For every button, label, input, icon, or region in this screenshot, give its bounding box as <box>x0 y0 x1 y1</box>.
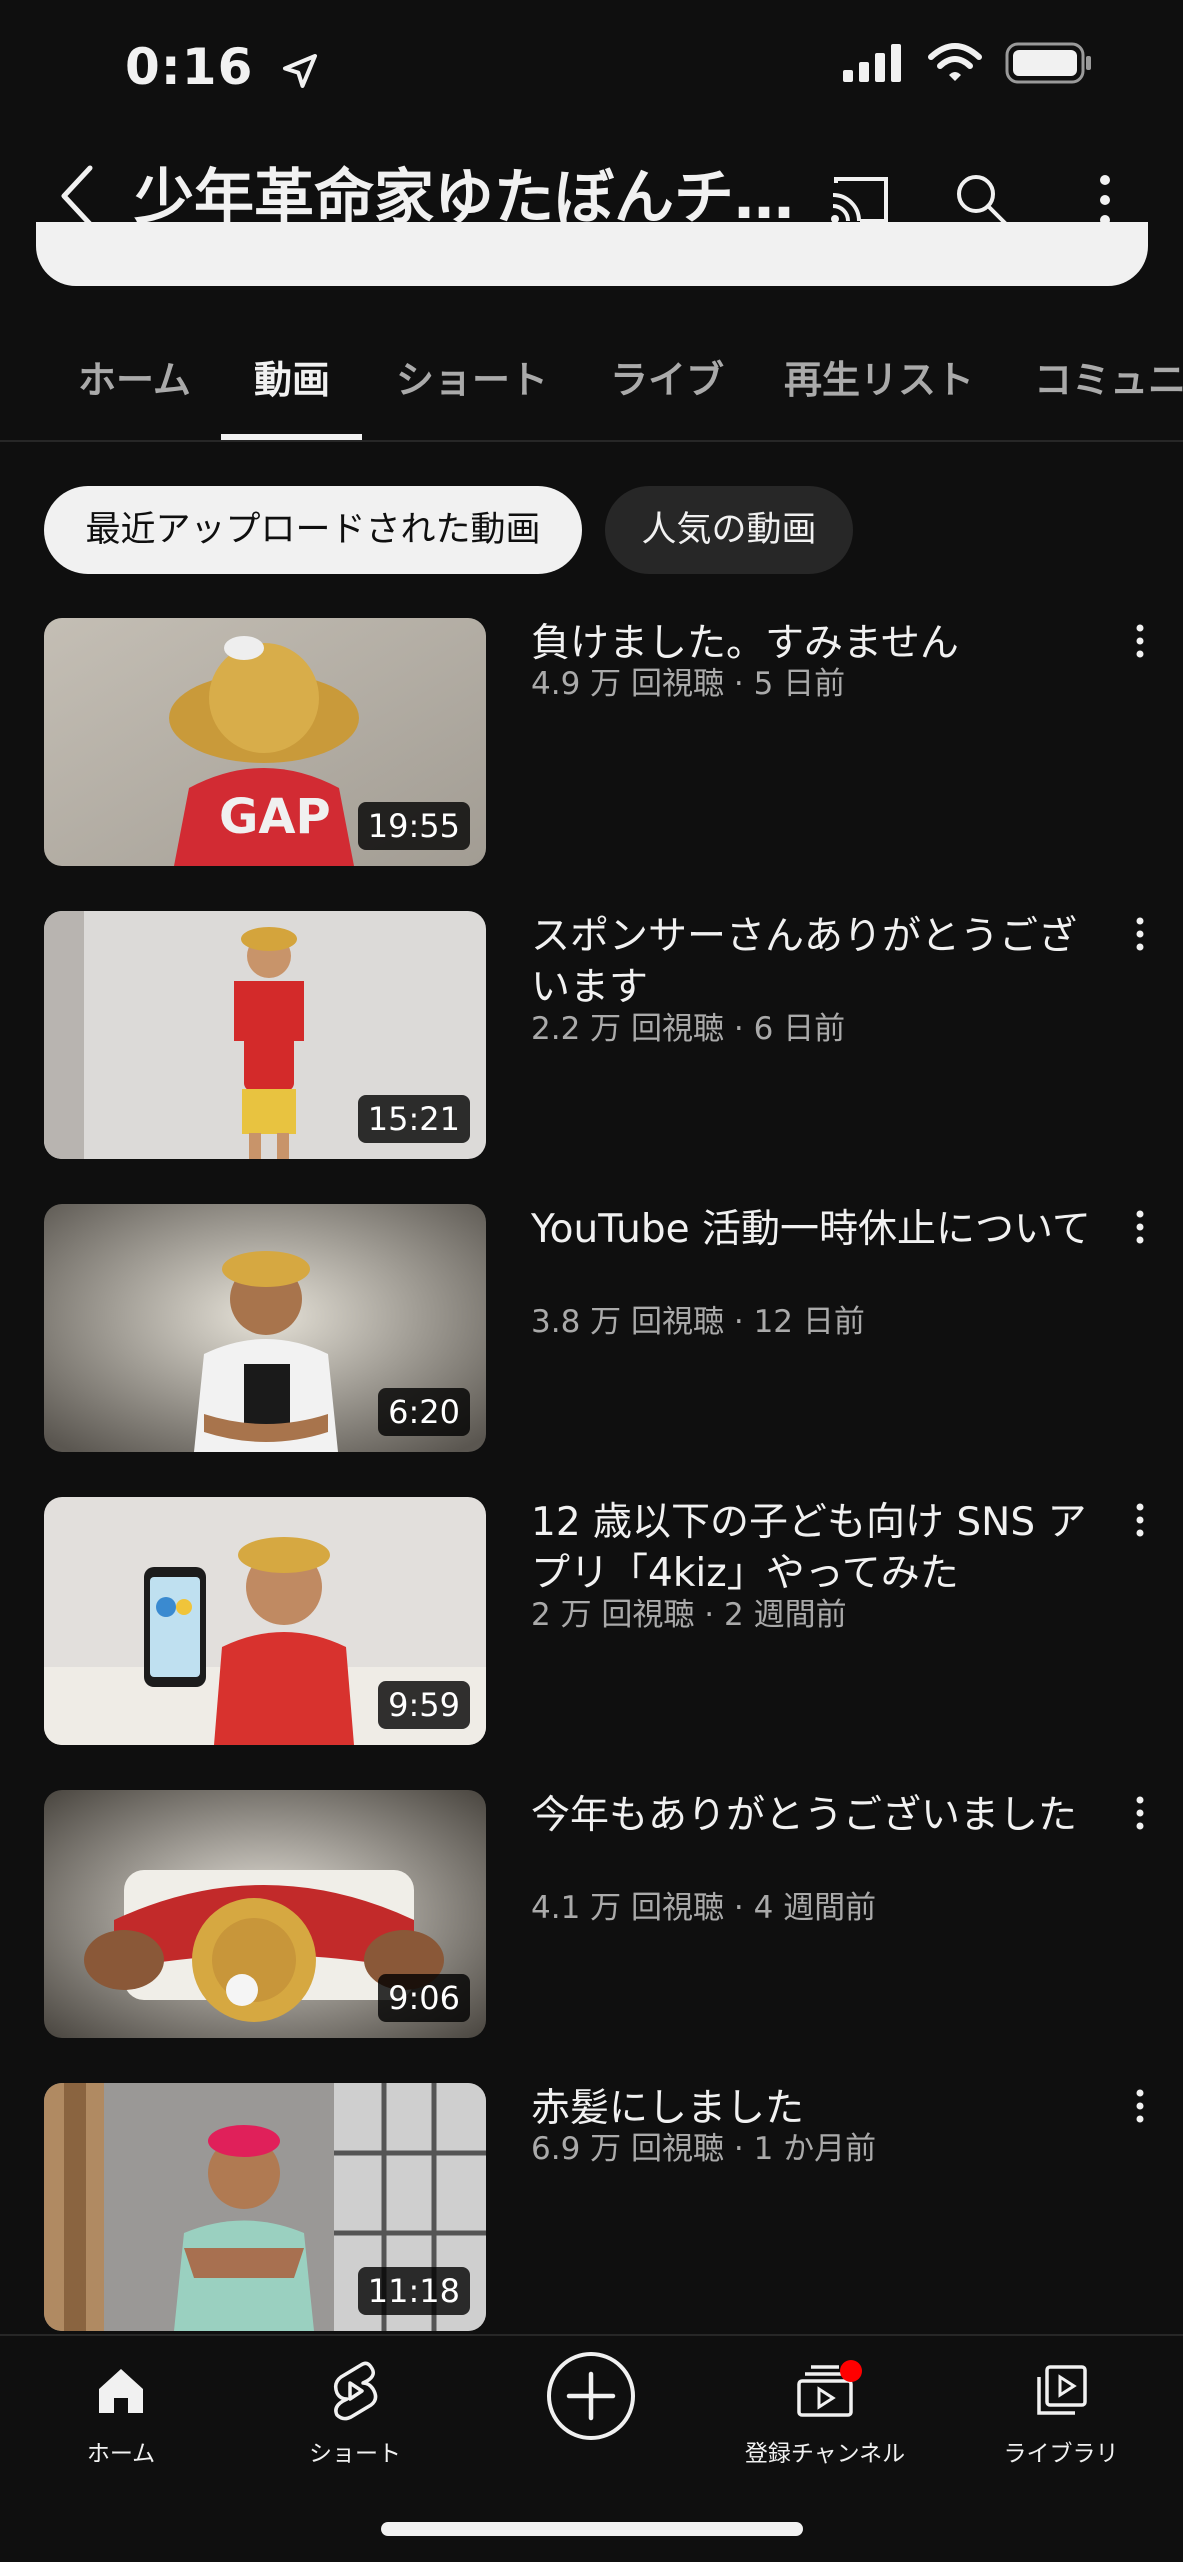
more-vertical-icon <box>1136 624 1144 658</box>
nav-subscriptions[interactable]: 登録チャンネル <box>730 2356 920 2468</box>
video-thumbnail[interactable]: 15:21 <box>44 911 486 1159</box>
video-title[interactable]: スポンサーさんありがとうございます <box>531 911 1091 1013</box>
svg-text:GAP: GAP <box>219 789 331 845</box>
tab-live[interactable]: ライブ <box>610 330 724 440</box>
more-vertical-icon <box>1136 1210 1144 1244</box>
more-vertical-icon <box>1136 917 1144 951</box>
nav-subscriptions-label: 登録チャンネル <box>744 2441 906 2467</box>
video-thumbnail[interactable]: 11:18 <box>44 2083 486 2331</box>
nav-library[interactable]: ライブラリ <box>966 2356 1156 2468</box>
home-indicator[interactable] <box>381 2522 803 2536</box>
video-title[interactable]: YouTube 活動一時休止について <box>531 1204 1091 1255</box>
video-duration: 19:55 <box>357 802 470 850</box>
video-menu-button[interactable] <box>1120 917 1160 977</box>
video-meta: 3.8 万 回視聴 · 12 日前 <box>531 1304 865 1340</box>
video-meta: 2.2 万 回視聴 · 6 日前 <box>531 1011 846 1047</box>
tab-home[interactable]: ホーム <box>78 330 191 440</box>
video-item[interactable]: GAP 19:55 負けました。すみません 4.9 万 回視聴 · 5 日前 <box>0 618 1183 868</box>
video-menu-button[interactable] <box>1120 1503 1160 1563</box>
more-vertical-icon <box>1136 1796 1144 1830</box>
video-duration: 9:06 <box>378 1974 470 2022</box>
video-item[interactable]: 9:59 12 歳以下の子ども向け SNS アプリ「4kiz」やってみた 2 万… <box>0 1497 1183 1747</box>
home-icon <box>99 2369 143 2413</box>
status-time: 0:16 <box>125 38 320 96</box>
library-icon <box>1037 2365 1087 2415</box>
video-item[interactable]: 11:18 赤髪にしました 6.9 万 回視聴 · 1 か月前 <box>0 2083 1183 2333</box>
tab-shorts[interactable]: ショート <box>396 330 548 440</box>
video-menu-button[interactable] <box>1120 2089 1160 2149</box>
more-vertical-icon <box>1100 175 1110 225</box>
nav-home[interactable]: ホーム <box>26 2356 216 2468</box>
shorts-icon <box>333 2361 378 2421</box>
search-icon <box>957 175 1008 226</box>
tab-playlists[interactable]: 再生リスト <box>784 330 974 440</box>
video-duration: 11:18 <box>357 2267 470 2315</box>
subscribe-button-edge[interactable] <box>36 222 1148 286</box>
video-thumbnail[interactable]: 9:06 <box>44 1790 486 2038</box>
nav-shorts[interactable]: ショート <box>260 2356 450 2468</box>
nav-create[interactable] <box>496 2348 686 2444</box>
status-time-text: 0:16 <box>125 38 254 96</box>
battery-icon <box>1005 42 1091 84</box>
nav-library-label: ライブラリ <box>1003 2441 1119 2467</box>
cast-icon <box>831 177 888 223</box>
more-vertical-icon <box>1136 2089 1144 2123</box>
video-meta: 4.9 万 回視聴 · 5 日前 <box>531 666 846 702</box>
video-title[interactable]: 今年もありがとうございました <box>531 1790 1091 1841</box>
video-duration: 15:21 <box>357 1095 470 1143</box>
video-duration: 6:20 <box>378 1388 470 1436</box>
video-menu-button[interactable] <box>1120 1210 1160 1270</box>
video-thumbnail[interactable]: 9:59 <box>44 1497 486 1745</box>
video-thumbnail[interactable]: GAP 19:55 <box>44 618 486 866</box>
video-title[interactable]: 12 歳以下の子ども向け SNS アプリ「4kiz」やってみた <box>531 1497 1091 1599</box>
nav-home-label: ホーム <box>86 2441 156 2467</box>
tabs-divider <box>0 440 1183 442</box>
video-meta: 4.1 万 回視聴 · 4 週間前 <box>531 1890 877 1926</box>
video-title[interactable]: 赤髪にしました <box>531 2083 1091 2134</box>
video-menu-button[interactable] <box>1120 1796 1160 1856</box>
more-vertical-icon <box>1136 1503 1144 1537</box>
video-duration: 9:59 <box>378 1681 470 1729</box>
video-meta: 2 万 回視聴 · 2 週間前 <box>531 1597 847 1633</box>
video-item[interactable]: 9:06 今年もありがとうございました 4.1 万 回視聴 · 4 週間前 <box>0 1790 1183 2040</box>
video-item[interactable]: 15:21 スポンサーさんありがとうございます 2.2 万 回視聴 · 6 日前 <box>0 911 1183 1161</box>
filter-chip-recent[interactable]: 最近アップロードされた動画 <box>44 486 582 574</box>
back-arrow-icon <box>61 165 93 227</box>
filter-chip-popular[interactable]: 人気の動画 <box>605 486 853 574</box>
create-icon <box>547 2352 635 2440</box>
location-arrow-icon <box>282 53 317 88</box>
video-thumbnail[interactable]: 6:20 <box>44 1204 486 1452</box>
video-title[interactable]: 負けました。すみません <box>531 618 1091 669</box>
wifi-icon <box>928 43 982 81</box>
tab-videos[interactable]: 動画 <box>254 330 330 440</box>
video-menu-button[interactable] <box>1120 624 1160 684</box>
nav-shorts-label: ショート <box>309 2441 401 2467</box>
cellular-signal-icon <box>843 44 901 82</box>
video-item[interactable]: 6:20 YouTube 活動一時休止について 3.8 万 回視聴 · 12 日… <box>0 1204 1183 1454</box>
video-meta: 6.9 万 回視聴 · 1 か月前 <box>531 2131 877 2167</box>
status-bar: 0:16 <box>0 0 1183 140</box>
channel-tabs: ホーム 動画 ショート ライブ 再生リスト コミュニ <box>0 330 1183 440</box>
tab-community[interactable]: コミュニ <box>1034 330 1183 440</box>
status-icons <box>843 42 1093 84</box>
notification-dot <box>840 2360 862 2382</box>
